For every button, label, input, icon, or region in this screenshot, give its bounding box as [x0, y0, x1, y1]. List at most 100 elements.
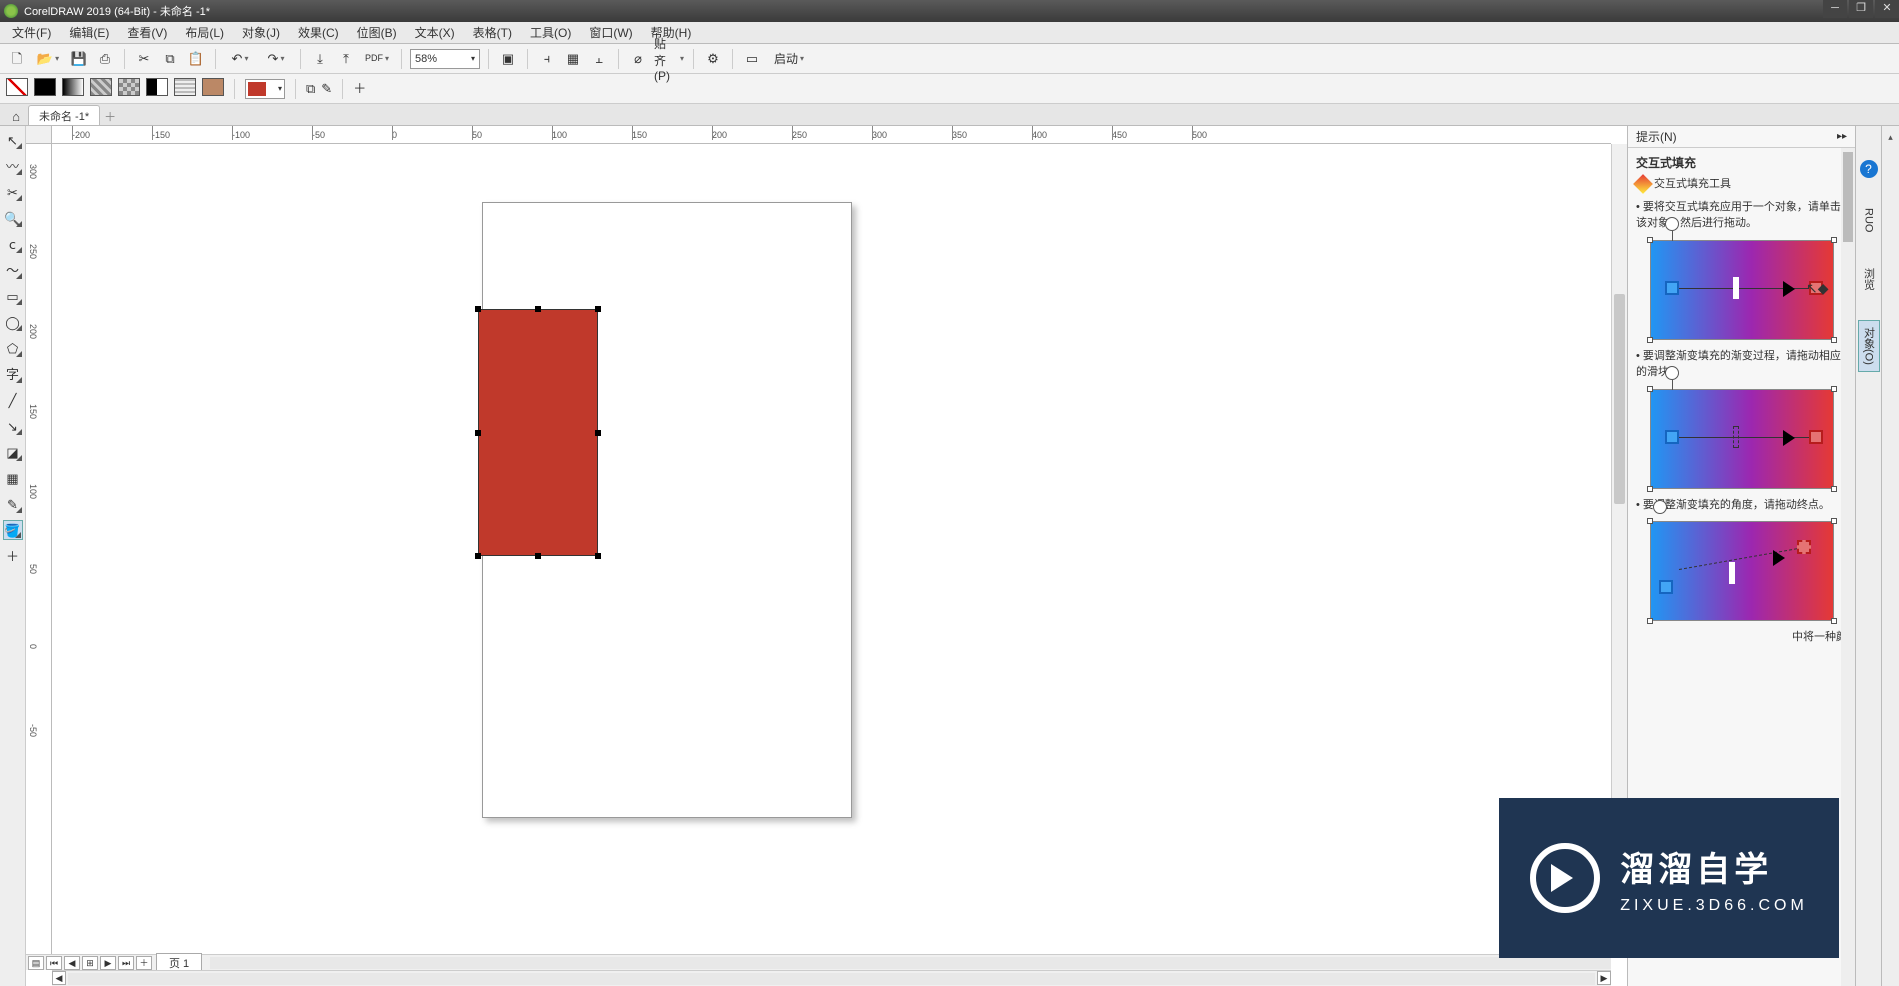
open-button[interactable]: 📂: [32, 48, 64, 70]
selection-handle[interactable]: [475, 306, 481, 312]
close-button[interactable]: ✕: [1875, 0, 1899, 18]
menu-tools[interactable]: 工具(O): [522, 22, 579, 43]
vertical-ruler[interactable]: 300250200150100500-50: [26, 144, 52, 970]
scroll-right-button[interactable]: ▶: [1597, 971, 1611, 985]
fountain-fill-button[interactable]: [62, 78, 84, 99]
bitmap-pattern-button[interactable]: [118, 78, 140, 99]
selection-handle[interactable]: [535, 306, 541, 312]
menu-object[interactable]: 对象(J): [234, 22, 288, 43]
freehand-tool[interactable]: ⅽ: [3, 234, 23, 254]
maximize-button[interactable]: ❐: [1849, 0, 1873, 18]
artistic-media-tool[interactable]: 〜: [3, 260, 23, 280]
polygon-tool[interactable]: ⬠: [3, 338, 23, 358]
scrollbar-track[interactable]: [68, 973, 1595, 985]
horizontal-scrollbar[interactable]: ◀ ▶: [52, 970, 1611, 986]
ellipse-tool[interactable]: ◯: [3, 312, 23, 332]
text-tool[interactable]: 字: [3, 364, 23, 384]
no-fill-button[interactable]: [6, 78, 28, 99]
drawing-viewport[interactable]: [52, 144, 1611, 954]
welcome-tab-button[interactable]: ⌂: [6, 107, 26, 125]
docker-tab-ruo[interactable]: RUO: [1861, 202, 1877, 238]
undo-button[interactable]: ↶: [224, 48, 256, 70]
parallel-dimension-tool[interactable]: ╱: [3, 390, 23, 410]
selection-handle[interactable]: [595, 553, 601, 559]
menu-file[interactable]: 文件(F): [4, 22, 59, 43]
options-button[interactable]: ⚙: [702, 48, 724, 70]
scrollbar-thumb[interactable]: [1614, 294, 1625, 504]
palette-scroll-up[interactable]: ▴: [1886, 130, 1895, 145]
menu-bitmap[interactable]: 位图(B): [349, 22, 405, 43]
rectangle-tool[interactable]: ▭: [3, 286, 23, 306]
postscript-fill-button[interactable]: [202, 78, 224, 99]
page-nav-menu[interactable]: ▤: [28, 956, 44, 970]
dynamic-guides-button[interactable]: ⫠: [588, 48, 610, 70]
selection-handle[interactable]: [535, 553, 541, 559]
copy-button[interactable]: ⧉: [159, 48, 181, 70]
docker-tab-browse[interactable]: 浏览: [1859, 262, 1879, 296]
menu-layout[interactable]: 布局(L): [177, 22, 232, 43]
drop-shadow-tool[interactable]: ◪: [3, 442, 23, 462]
add-toolbar-button[interactable]: ＋: [353, 82, 366, 96]
grid-button[interactable]: ▦: [562, 48, 584, 70]
selection-handle[interactable]: [475, 553, 481, 559]
align-guides-button[interactable]: ⫞: [536, 48, 558, 70]
ruler-origin[interactable]: [26, 126, 52, 144]
import-button[interactable]: ⤓: [309, 48, 331, 70]
crop-tool[interactable]: ✂: [3, 182, 23, 202]
snap-off-button[interactable]: ⌀: [627, 48, 649, 70]
docker-menu-icon[interactable]: ▸▸: [1837, 131, 1847, 142]
selection-handle[interactable]: [595, 306, 601, 312]
selection-handle[interactable]: [475, 430, 481, 436]
next-page-button[interactable]: ▶: [100, 956, 116, 970]
document-tab[interactable]: 未命名 -1*: [28, 105, 100, 125]
selection-handle[interactable]: [595, 430, 601, 436]
two-color-pattern-button[interactable]: [146, 78, 168, 99]
prev-page-button[interactable]: ◀: [64, 956, 80, 970]
zoom-level-dropdown[interactable]: 58%: [410, 49, 480, 69]
vector-pattern-button[interactable]: [90, 78, 112, 99]
menu-edit[interactable]: 编辑(E): [61, 22, 117, 43]
print-button[interactable]: ⎙: [94, 48, 116, 70]
uniform-fill-button[interactable]: [34, 78, 56, 99]
save-button[interactable]: 💾: [68, 48, 90, 70]
minimize-button[interactable]: ─: [1823, 0, 1847, 18]
scrollbar-thumb[interactable]: [1843, 152, 1853, 242]
vertical-scrollbar[interactable]: [1611, 144, 1627, 954]
redo-button[interactable]: ↷: [260, 48, 292, 70]
horizontal-ruler[interactable]: -200-150-100-500501001502002503003504004…: [52, 126, 1611, 144]
add-page-button[interactable]: ＋: [136, 956, 152, 970]
add-tool-button[interactable]: ＋: [3, 546, 23, 566]
edit-fill-button[interactable]: ✎: [321, 82, 332, 96]
last-page-button[interactable]: ⏭: [118, 956, 134, 970]
fill-color-dropdown[interactable]: [245, 79, 285, 99]
menu-table[interactable]: 表格(T): [465, 22, 520, 43]
paste-button[interactable]: 📋: [185, 48, 207, 70]
shape-tool[interactable]: 〰: [3, 156, 23, 176]
cut-button[interactable]: ✂: [133, 48, 155, 70]
launch-button-icon[interactable]: ▭: [741, 48, 763, 70]
interactive-fill-tool[interactable]: 🪣: [3, 520, 23, 540]
copy-fill-button[interactable]: ⧉: [306, 82, 315, 96]
launch-dropdown[interactable]: 启动: [767, 48, 811, 70]
selected-rectangle-object[interactable]: [478, 309, 598, 556]
menu-window[interactable]: 窗口(W): [581, 22, 640, 43]
eyedropper-tool[interactable]: ✎: [3, 494, 23, 514]
menu-view[interactable]: 查看(V): [119, 22, 175, 43]
scroll-left-button[interactable]: ◀: [52, 971, 66, 985]
snap-dropdown[interactable]: 贴齐(P): [653, 48, 685, 70]
texture-fill-button[interactable]: [174, 78, 196, 99]
new-button[interactable]: 🗋: [6, 48, 28, 70]
hints-scrollbar[interactable]: [1841, 148, 1855, 986]
menu-effects[interactable]: 效果(C): [290, 22, 347, 43]
pdf-button[interactable]: PDF: [361, 48, 393, 70]
export-button[interactable]: ⤒: [335, 48, 357, 70]
connector-tool[interactable]: ↘: [3, 416, 23, 436]
fullscreen-preview-button[interactable]: ▣: [497, 48, 519, 70]
first-page-button[interactable]: ⏮: [46, 956, 62, 970]
page-counter[interactable]: ⊞: [82, 956, 98, 970]
hints-docker-title[interactable]: 提示(N) ▸▸: [1628, 126, 1855, 148]
add-document-tab[interactable]: ＋: [102, 108, 118, 125]
help-button[interactable]: ?: [1860, 160, 1878, 178]
zoom-tool[interactable]: 🔍: [3, 208, 23, 228]
docker-tab-objects[interactable]: 对象(O): [1858, 320, 1880, 372]
